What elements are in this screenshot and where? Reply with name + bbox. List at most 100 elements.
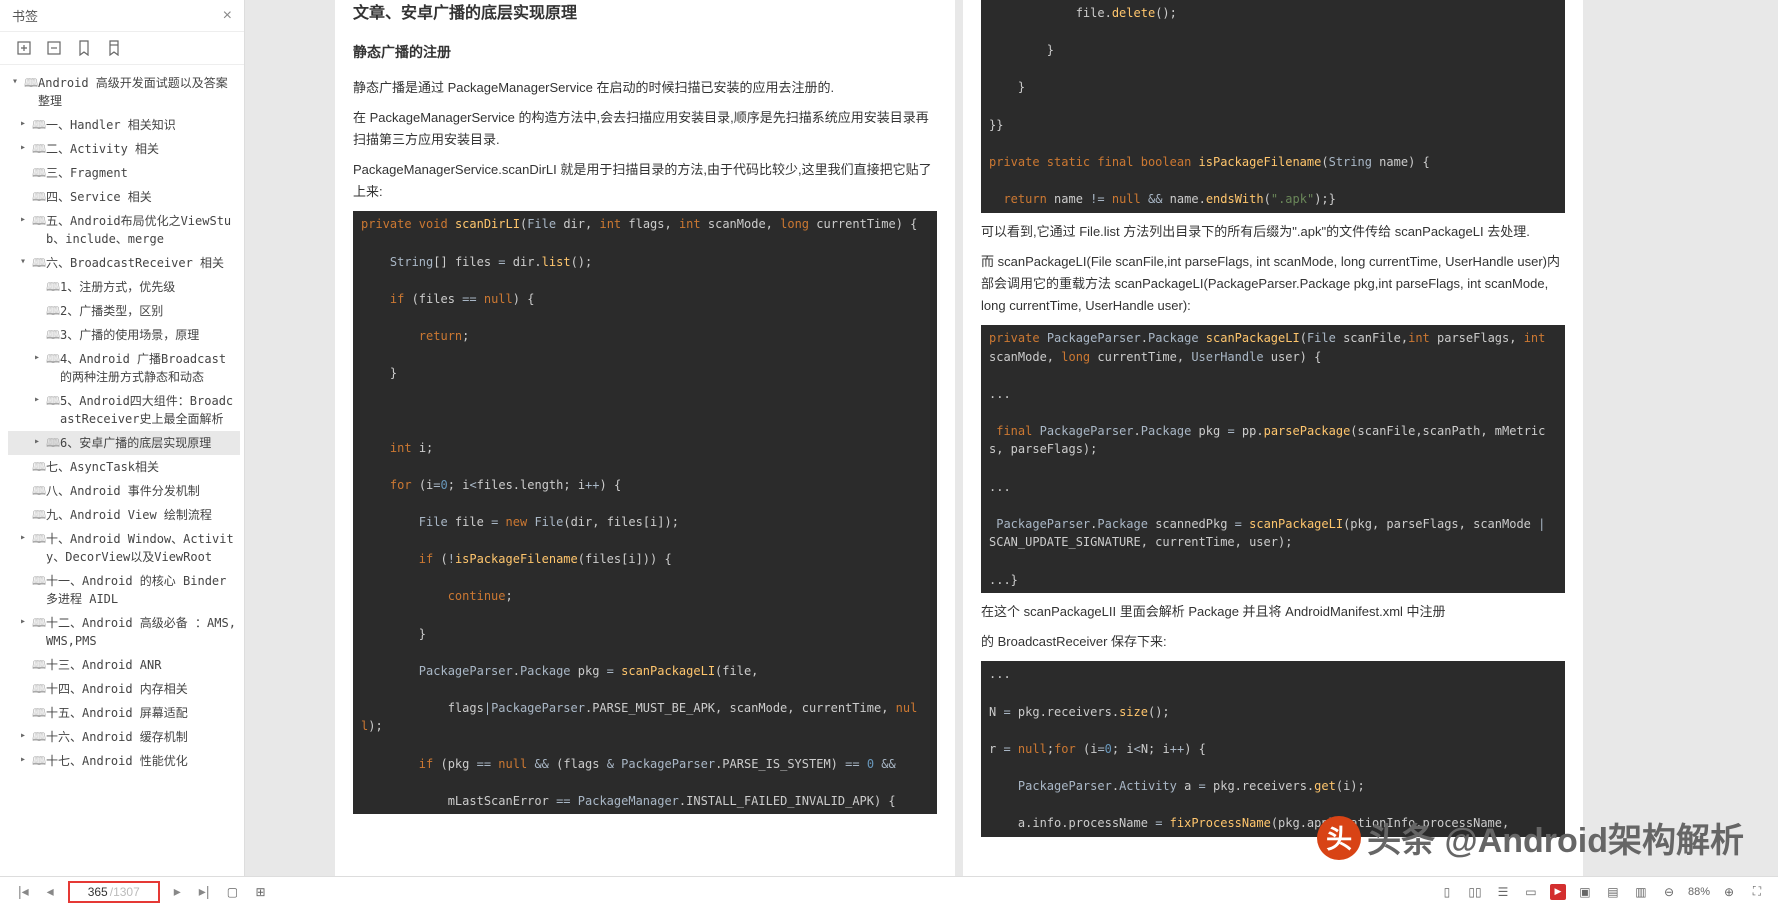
bookmark-label: 二、Activity 相关 [46, 140, 236, 158]
bookmark-glyph-icon: 🕮 [46, 350, 60, 368]
code-block: private PackageParser.Package scanPackag… [981, 325, 1565, 593]
read-mode-icon[interactable]: ▭ [1522, 883, 1540, 901]
article-title: 文章、安卓广播的底层实现原理 [353, 0, 937, 27]
bookmark-label: 一、Handler 相关知识 [46, 116, 236, 134]
bookmark-item[interactable]: ▸🕮二、Activity 相关 [8, 137, 240, 161]
bookmark-item[interactable]: 🕮三、Fragment [8, 161, 240, 185]
bookmark-label: 十一、Android 的核心 Binder 多进程 AIDL [46, 572, 236, 608]
twisty-icon[interactable]: ▸ [20, 140, 32, 155]
page-add-icon[interactable]: ⊞ [251, 883, 269, 901]
view-b-icon[interactable]: ▤ [1604, 883, 1622, 901]
bookmark-label: 八、Android 事件分发机制 [46, 482, 236, 500]
bookmark-glyph-icon: 🕮 [46, 302, 60, 320]
continuous-icon[interactable]: ☰ [1494, 883, 1512, 901]
bookmark-label: 6、安卓广播的底层实现原理 [60, 434, 236, 452]
bookmark-item[interactable]: 🕮3、广播的使用场景，原理 [8, 323, 240, 347]
total-pages: /1307 [110, 885, 140, 899]
fullscreen-icon[interactable]: ⛶ [1748, 883, 1766, 901]
bookmark-label: 3、广播的使用场景，原理 [60, 326, 236, 344]
sidebar-header: 书签 × [0, 0, 244, 32]
bookmark-item[interactable]: 🕮十三、Android ANR [8, 653, 240, 677]
bookmark-item[interactable]: 🕮七、AsyncTask相关 [8, 455, 240, 479]
bookmark-item[interactable]: ▸🕮十七、Android 性能优化 [8, 749, 240, 773]
bookmark-item[interactable]: ▸🕮十六、Android 缓存机制 [8, 725, 240, 749]
twisty-icon[interactable]: ▸ [20, 212, 32, 227]
twisty-icon[interactable]: ▸ [34, 434, 46, 449]
bookmark-label: Android 高级开发面试题以及答案整理 [38, 74, 236, 110]
bookmark-item[interactable]: ▸🕮十、Android Window、Activity、DecorView以及V… [8, 527, 240, 569]
bookmark-glyph-icon: 🕮 [32, 752, 46, 770]
view-c-icon[interactable]: ▥ [1632, 883, 1650, 901]
collapse-all-icon[interactable] [46, 40, 62, 56]
bookmark-label: 四、Service 相关 [46, 188, 236, 206]
twisty-icon[interactable]: ▸ [20, 116, 32, 131]
bookmark-glyph-icon: 🕮 [32, 458, 46, 476]
bookmark-item[interactable]: 🕮1、注册方式，优先级 [8, 275, 240, 299]
bookmark-item[interactable]: ▾🕮六、BroadcastReceiver 相关 [8, 251, 240, 275]
bookmark-glyph-icon: 🕮 [32, 188, 46, 206]
bookmark-item[interactable]: 🕮八、Android 事件分发机制 [8, 479, 240, 503]
bookmark-item[interactable]: ▸🕮4、Android 广播Broadcast的两种注册方式静态和动态 [8, 347, 240, 389]
bookmark-item[interactable]: 🕮九、Android View 绘制流程 [8, 503, 240, 527]
twisty-icon[interactable]: ▸ [34, 350, 46, 365]
bookmark-item[interactable]: ▸🕮五、Android布局优化之ViewStub、include、merge [8, 209, 240, 251]
bookmark-glyph-icon: 🕮 [24, 74, 38, 92]
bookmark-item[interactable]: 🕮十五、Android 屏幕适配 [8, 701, 240, 725]
bookmark-item[interactable]: ▾🕮Android 高级开发面试题以及答案整理 [8, 71, 240, 113]
bookmark-label: 十七、Android 性能优化 [46, 752, 236, 770]
bookmark-glyph-icon: 🕮 [32, 656, 46, 674]
bookmark-glyph-icon: 🕮 [46, 434, 60, 452]
twisty-icon[interactable]: ▸ [34, 392, 46, 407]
document-viewport[interactable]: 文章、安卓广播的底层实现原理 静态广播的注册 静态广播是通过 PackageMa… [245, 0, 1778, 876]
current-page: 365 [88, 885, 108, 899]
twisty-icon[interactable]: ▾ [20, 254, 32, 269]
bookmark-item[interactable]: 🕮十一、Android 的核心 Binder 多进程 AIDL [8, 569, 240, 611]
bookmark-glyph-icon: 🕮 [46, 278, 60, 296]
first-page-button[interactable]: |◂ [14, 883, 33, 900]
close-icon[interactable]: × [223, 7, 232, 25]
bookmark-label: 十六、Android 缓存机制 [46, 728, 236, 746]
twisty-icon[interactable]: ▸ [20, 728, 32, 743]
bookmark-item[interactable]: ▸🕮5、Android四大组件：BroadcastReceiver史上最全面解析 [8, 389, 240, 431]
bookmark-label: 2、广播类型，区别 [60, 302, 236, 320]
zoom-out-icon[interactable]: ⊖ [1660, 883, 1678, 901]
bookmark-ribbon-icon[interactable] [106, 40, 122, 56]
sidebar-title: 书签 [12, 6, 38, 25]
twisty-icon[interactable]: ▸ [20, 614, 32, 629]
zoom-in-icon[interactable]: ⊕ [1720, 883, 1738, 901]
bookmark-glyph-icon: 🕮 [32, 680, 46, 698]
bookmark-item[interactable]: 🕮十四、Android 内存相关 [8, 677, 240, 701]
zoom-level[interactable]: 88% [1688, 886, 1710, 898]
bookmark-glyph-icon: 🕮 [32, 116, 46, 134]
para: PackageManagerService.scanDirLI 就是用于扫描目录… [353, 159, 937, 203]
bookmark-tree: ▾🕮Android 高级开发面试题以及答案整理▸🕮一、Handler 相关知识▸… [0, 65, 244, 906]
facing-page-icon[interactable]: ▯▯ [1466, 883, 1484, 901]
twisty-icon[interactable]: ▸ [20, 530, 32, 545]
single-page-icon[interactable]: ▯ [1438, 883, 1456, 901]
bookmark-item[interactable]: 🕮2、广播类型，区别 [8, 299, 240, 323]
para: 的 BroadcastReceiver 保存下来: [981, 631, 1565, 653]
view-a-icon[interactable]: ▣ [1576, 883, 1594, 901]
code-block: file.delete(); } } }} private static fin… [981, 0, 1565, 213]
page-input-box[interactable]: 365 /1307 [68, 881, 160, 903]
twisty-icon[interactable]: ▸ [20, 752, 32, 767]
para: 在 PackageManagerService 的构造方法中,会去扫描应用安装目… [353, 107, 937, 151]
page-fit-icon[interactable]: ▢ [223, 883, 241, 901]
twisty-icon[interactable]: ▾ [12, 74, 24, 89]
bookmark-item[interactable]: 🕮四、Service 相关 [8, 185, 240, 209]
para: 在这个 scanPackageLII 里面会解析 Package 并且将 And… [981, 601, 1565, 623]
bookmark-icon[interactable] [76, 40, 92, 56]
prev-page-button[interactable]: ◂ [43, 883, 58, 900]
bookmark-item[interactable]: ▸🕮一、Handler 相关知识 [8, 113, 240, 137]
last-page-button[interactable]: ▸| [195, 883, 214, 900]
bookmark-glyph-icon: 🕮 [32, 212, 46, 230]
section-title: 静态广播的注册 [353, 41, 937, 65]
bookmark-item[interactable]: ▸🕮十二、Android 高级必备 ：AMS,WMS,PMS [8, 611, 240, 653]
expand-all-icon[interactable] [16, 40, 32, 56]
code-block: ... N = pkg.receivers.size(); r = null;f… [981, 661, 1565, 836]
bookmark-label: 4、Android 广播Broadcast的两种注册方式静态和动态 [60, 350, 236, 386]
bookmark-item[interactable]: ▸🕮6、安卓广播的底层实现原理 [8, 431, 240, 455]
record-icon[interactable]: ▶ [1550, 884, 1566, 900]
next-page-button[interactable]: ▸ [170, 883, 185, 900]
footer-right: ▯ ▯▯ ☰ ▭ ▶ ▣ ▤ ▥ ⊖ 88% ⊕ ⛶ [1438, 883, 1766, 901]
